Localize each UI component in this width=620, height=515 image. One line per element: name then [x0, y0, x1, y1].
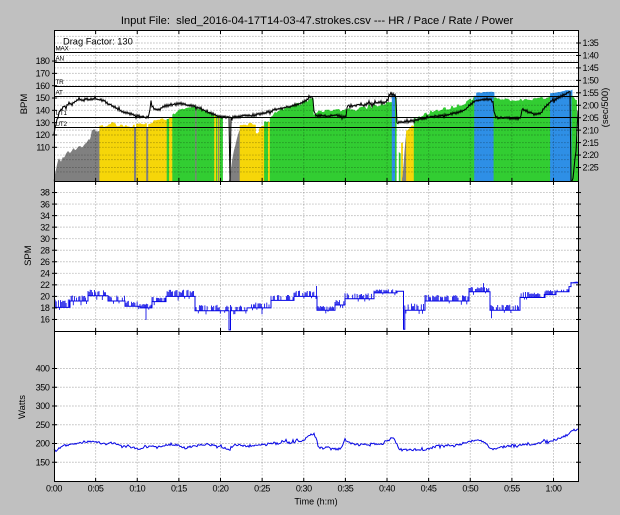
svg-text:30: 30: [40, 234, 50, 244]
svg-text:2:25: 2:25: [583, 163, 599, 173]
svg-text:MAX: MAX: [56, 45, 70, 52]
svg-text:36: 36: [40, 199, 50, 209]
svg-text:22: 22: [40, 280, 50, 290]
svg-text:150: 150: [36, 457, 50, 467]
svg-text:Time (h:m): Time (h:m): [294, 497, 337, 507]
svg-text:UT2: UT2: [56, 121, 68, 128]
svg-text:160: 160: [36, 81, 50, 91]
svg-text:200: 200: [36, 439, 50, 449]
svg-text:18: 18: [40, 303, 50, 313]
svg-text:2:10: 2:10: [583, 125, 599, 135]
svg-text:32: 32: [40, 222, 50, 232]
svg-text:34: 34: [40, 211, 50, 221]
svg-text:AN: AN: [56, 56, 65, 63]
svg-text:400: 400: [36, 364, 50, 374]
svg-text:120: 120: [36, 130, 50, 140]
svg-text:1:40: 1:40: [583, 51, 599, 61]
svg-text:SPM: SPM: [23, 245, 34, 266]
svg-text:1:35: 1:35: [583, 38, 599, 48]
svg-text:1:45: 1:45: [583, 63, 599, 73]
svg-text:2:15: 2:15: [583, 138, 599, 148]
svg-text:110: 110: [36, 143, 50, 153]
svg-text:170: 170: [36, 69, 50, 79]
svg-text:130: 130: [36, 118, 50, 128]
svg-text:BPM: BPM: [19, 94, 30, 115]
svg-text:TR: TR: [56, 79, 65, 86]
svg-text:1:55: 1:55: [583, 88, 599, 98]
svg-text:0:00: 0:00: [46, 484, 62, 494]
svg-text:150: 150: [36, 93, 50, 103]
svg-text:140: 140: [36, 106, 50, 116]
svg-text:20: 20: [40, 292, 50, 302]
svg-text:Watts: Watts: [17, 395, 28, 419]
svg-text:250: 250: [36, 420, 50, 430]
svg-text:300: 300: [36, 401, 50, 411]
svg-text:180: 180: [36, 56, 50, 66]
svg-text:0:30: 0:30: [296, 484, 312, 494]
svg-text:UT1: UT1: [56, 110, 68, 117]
svg-text:2:20: 2:20: [583, 150, 599, 160]
svg-text:0:20: 0:20: [213, 484, 229, 494]
svg-text:0:45: 0:45: [421, 484, 437, 494]
svg-text:28: 28: [40, 245, 50, 255]
svg-text:1:50: 1:50: [583, 76, 599, 86]
svg-text:38: 38: [40, 188, 50, 198]
svg-text:0:10: 0:10: [129, 484, 145, 494]
svg-text:2:00: 2:00: [583, 101, 599, 111]
svg-text:26: 26: [40, 257, 50, 267]
svg-text:0:35: 0:35: [337, 484, 353, 494]
svg-text:24: 24: [40, 269, 50, 279]
svg-text:0:15: 0:15: [171, 484, 187, 494]
svg-text:(sec/500): (sec/500): [600, 88, 611, 128]
svg-text:350: 350: [36, 382, 50, 392]
svg-text:AT: AT: [56, 89, 64, 96]
svg-text:16: 16: [40, 315, 50, 325]
svg-text:0:50: 0:50: [462, 484, 478, 494]
svg-text:Drag Factor: 130: Drag Factor: 130: [63, 37, 133, 47]
svg-text:0:40: 0:40: [379, 484, 395, 494]
svg-text:1:00: 1:00: [546, 484, 562, 494]
svg-text:2:05: 2:05: [583, 113, 599, 123]
svg-text:Input File: sled_2016-04-17T1: Input File: sled_2016-04-17T14-03-47.str…: [121, 15, 514, 27]
svg-text:0:55: 0:55: [504, 484, 520, 494]
svg-text:0:05: 0:05: [88, 484, 104, 494]
svg-text:0:25: 0:25: [254, 484, 270, 494]
